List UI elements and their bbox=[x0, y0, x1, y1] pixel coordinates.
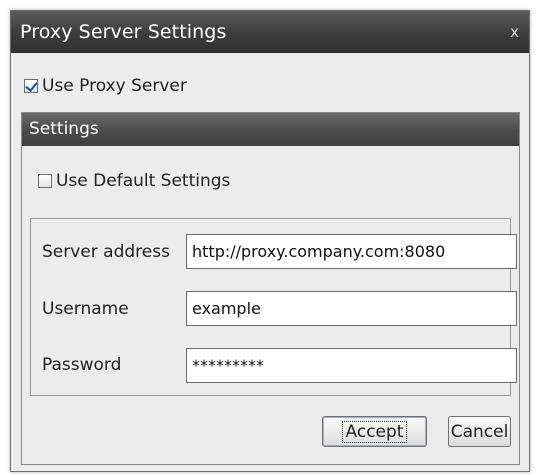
use-proxy-checkbox[interactable] bbox=[24, 79, 38, 93]
title-bar[interactable]: Proxy Server Settings x bbox=[11, 11, 529, 53]
accept-button-label: Accept bbox=[341, 420, 408, 443]
proxy-settings-dialog: Proxy Server Settings x Use Proxy Server… bbox=[10, 10, 530, 472]
server-address-label: Server address bbox=[42, 242, 170, 262]
cancel-button[interactable]: Cancel bbox=[448, 416, 511, 447]
accept-button[interactable]: Accept bbox=[322, 416, 427, 447]
close-icon[interactable]: x bbox=[510, 11, 519, 53]
proxy-fields-group: Server address Username Password bbox=[30, 218, 517, 396]
use-proxy-checkbox-row[interactable]: Use Proxy Server bbox=[24, 76, 187, 96]
use-default-checkbox-row[interactable]: Use Default Settings bbox=[38, 171, 230, 191]
password-input[interactable] bbox=[186, 348, 517, 383]
dialog-title: Proxy Server Settings bbox=[20, 21, 227, 43]
username-label: Username bbox=[42, 299, 129, 319]
server-address-input[interactable] bbox=[186, 234, 517, 269]
username-input[interactable] bbox=[186, 291, 517, 326]
use-proxy-label: Use Proxy Server bbox=[42, 76, 187, 96]
settings-header: Settings bbox=[22, 113, 519, 146]
use-default-checkbox[interactable] bbox=[38, 174, 52, 188]
settings-panel: Settings Use Default Settings Server add… bbox=[21, 112, 520, 465]
password-label: Password bbox=[42, 355, 122, 375]
use-default-label: Use Default Settings bbox=[56, 171, 231, 191]
